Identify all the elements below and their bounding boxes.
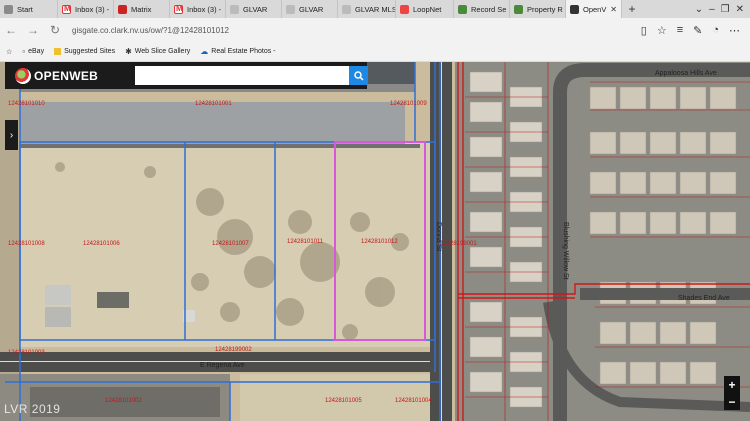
tab-property-records[interactable]: Property R bbox=[510, 0, 566, 18]
loopnet-icon bbox=[400, 4, 409, 14]
browser-tab-strip: Start Inbox (3) - Matrix Inbox (3) - GLV… bbox=[0, 0, 750, 18]
openweb-header: OPENWEB bbox=[5, 62, 368, 89]
parcel-label: 12428101006 bbox=[83, 241, 120, 247]
search-input[interactable] bbox=[135, 66, 349, 85]
parcel-label: 12428101008 bbox=[8, 241, 45, 247]
map-canvas[interactable]: Appaloosa Hills Ave Shades End Ave E Reg… bbox=[0, 62, 750, 421]
search-button[interactable] bbox=[349, 66, 368, 85]
pin-icon bbox=[230, 4, 239, 14]
reading-view-icon[interactable]: ▯ bbox=[641, 24, 647, 37]
tab-start[interactable]: Start bbox=[0, 0, 58, 18]
tab-label: Property R bbox=[527, 4, 563, 14]
cloud-icon: ☁ bbox=[200, 47, 209, 56]
tab-glvar-2[interactable]: GLVAR bbox=[282, 0, 338, 18]
record-icon bbox=[514, 4, 523, 14]
tab-label: GLVAR bbox=[299, 4, 324, 14]
street-label-blushing-willow: Blushing Willow St bbox=[562, 222, 569, 280]
tab-label: Inbox (3) - bbox=[75, 4, 110, 14]
globe-logo-icon bbox=[15, 67, 31, 84]
parcel-label: 12428101004 bbox=[395, 398, 432, 404]
tab-glvar-mls[interactable]: GLVAR MLS bbox=[338, 0, 396, 18]
tab-label: OpenV bbox=[583, 4, 607, 14]
suggested-sites-icon bbox=[54, 48, 62, 55]
share-icon[interactable]: ◔ bbox=[712, 24, 719, 37]
fav-label: eBay bbox=[28, 48, 45, 55]
close-icon[interactable]: ✕ bbox=[607, 5, 617, 14]
tab-label: Record Se bbox=[471, 4, 507, 14]
tab-inbox-1[interactable]: Inbox (3) - bbox=[58, 0, 114, 18]
hub-icon[interactable]: ≡ bbox=[677, 24, 683, 37]
tab-label: Start bbox=[17, 4, 33, 14]
fav-label: Web Slice Gallery bbox=[134, 48, 191, 55]
parcel-label: 12428199002 bbox=[215, 347, 252, 353]
sidebar-expand-button[interactable]: › bbox=[5, 120, 18, 150]
record-icon bbox=[458, 4, 467, 14]
zoom-in-button[interactable]: + bbox=[728, 378, 735, 392]
tab-openweb[interactable]: OpenV ✕ bbox=[566, 0, 622, 18]
address-bar-row: ← → ↻ gisgate.co.clark.nv.us/ow/?1@12428… bbox=[0, 18, 750, 42]
tab-record-search[interactable]: Record Se bbox=[454, 0, 510, 18]
watermark: LVR 2019 bbox=[4, 402, 61, 416]
window-close-icon[interactable]: ✕ bbox=[736, 4, 744, 15]
fav-ebay[interactable]: ▫ eBay bbox=[22, 47, 44, 56]
aerial-map[interactable]: Appaloosa Hills Ave Shades End Ave E Reg… bbox=[0, 62, 750, 421]
start-icon bbox=[4, 4, 13, 14]
openweb-logo: OPENWEB bbox=[5, 67, 99, 84]
url-field[interactable]: gisgate.co.clark.nv.us/ow/?1@12428101012 bbox=[72, 26, 641, 35]
tab-matrix[interactable]: Matrix bbox=[114, 0, 170, 18]
favorite-star-icon[interactable]: ☆ bbox=[657, 24, 667, 37]
tab-label: GLVAR bbox=[243, 4, 268, 14]
tab-inbox-2[interactable]: Inbox (3) - bbox=[170, 0, 226, 18]
parcel-label: 12428101010 bbox=[8, 101, 45, 107]
street-label-appaloosa: Appaloosa Hills Ave bbox=[655, 70, 717, 77]
parcel-label: 12428101007 bbox=[212, 241, 249, 247]
street-label-shades-end: Shades End Ave bbox=[678, 295, 730, 302]
zoom-out-button[interactable]: − bbox=[728, 395, 735, 409]
zoom-control: + − bbox=[724, 376, 740, 410]
notes-icon[interactable]: ✎ bbox=[693, 24, 702, 37]
fav-suggested-sites[interactable]: Suggested Sites bbox=[54, 48, 115, 55]
fav-label: Suggested Sites bbox=[64, 48, 116, 55]
fav-label: Real Estate Photos - bbox=[211, 48, 276, 55]
tab-glvar-1[interactable]: GLVAR bbox=[226, 0, 282, 18]
favorites-bar: ☆ ▫ eBay Suggested Sites ✱ Web Slice Gal… bbox=[0, 42, 750, 62]
parcel-label: 12428101002 bbox=[105, 398, 142, 404]
pin-icon bbox=[286, 4, 295, 14]
parcel-label: 12428199001 bbox=[440, 241, 477, 247]
tab-label: Matrix bbox=[131, 4, 152, 14]
logo-text: OPENWEB bbox=[34, 68, 99, 83]
star-icon: ☆ bbox=[6, 48, 13, 56]
parcel-label: 12428101005 bbox=[325, 398, 362, 404]
fav-real-estate[interactable]: ☁ Real Estate Photos - bbox=[200, 47, 275, 56]
tab-label: LoopNet bbox=[413, 4, 442, 14]
tab-label: Inbox (3) - bbox=[187, 4, 222, 14]
web-slice-icon: ✱ bbox=[125, 47, 132, 56]
search-icon bbox=[353, 70, 364, 81]
minimize-icon[interactable]: – bbox=[709, 4, 715, 15]
matrix-icon bbox=[118, 4, 127, 14]
street-label-regena: E Regena Ave bbox=[200, 362, 245, 369]
chevron-right-icon: › bbox=[9, 129, 14, 141]
new-tab-button[interactable]: + bbox=[622, 0, 642, 18]
tab-label: GLVAR MLS bbox=[355, 4, 396, 14]
parcel-label: 12428101009 bbox=[390, 101, 427, 107]
gmail-icon bbox=[62, 4, 71, 14]
back-arrow-icon[interactable]: ← bbox=[0, 23, 22, 37]
refresh-icon[interactable]: ↻ bbox=[44, 23, 66, 37]
fav-web-slice[interactable]: ✱ Web Slice Gallery bbox=[125, 47, 190, 56]
gmail-icon bbox=[174, 4, 183, 14]
openweb-icon bbox=[570, 4, 579, 14]
page-icon: ▫ bbox=[22, 47, 26, 56]
tab-loopnet[interactable]: LoopNet bbox=[396, 0, 454, 18]
parcel-label: 12428101003 bbox=[8, 350, 45, 356]
tab-list-icon[interactable]: ⌄ bbox=[695, 4, 703, 15]
subject-parcel-label: 12428101012 bbox=[361, 239, 398, 245]
restore-icon[interactable]: ❐ bbox=[721, 4, 730, 15]
parcel-label: 12428101011 bbox=[287, 239, 324, 245]
parcel-label: 12428101001 bbox=[195, 101, 232, 107]
more-icon[interactable]: ⋯ bbox=[729, 24, 740, 37]
forward-arrow-icon[interactable]: → bbox=[22, 23, 44, 37]
pin-icon bbox=[342, 4, 351, 14]
